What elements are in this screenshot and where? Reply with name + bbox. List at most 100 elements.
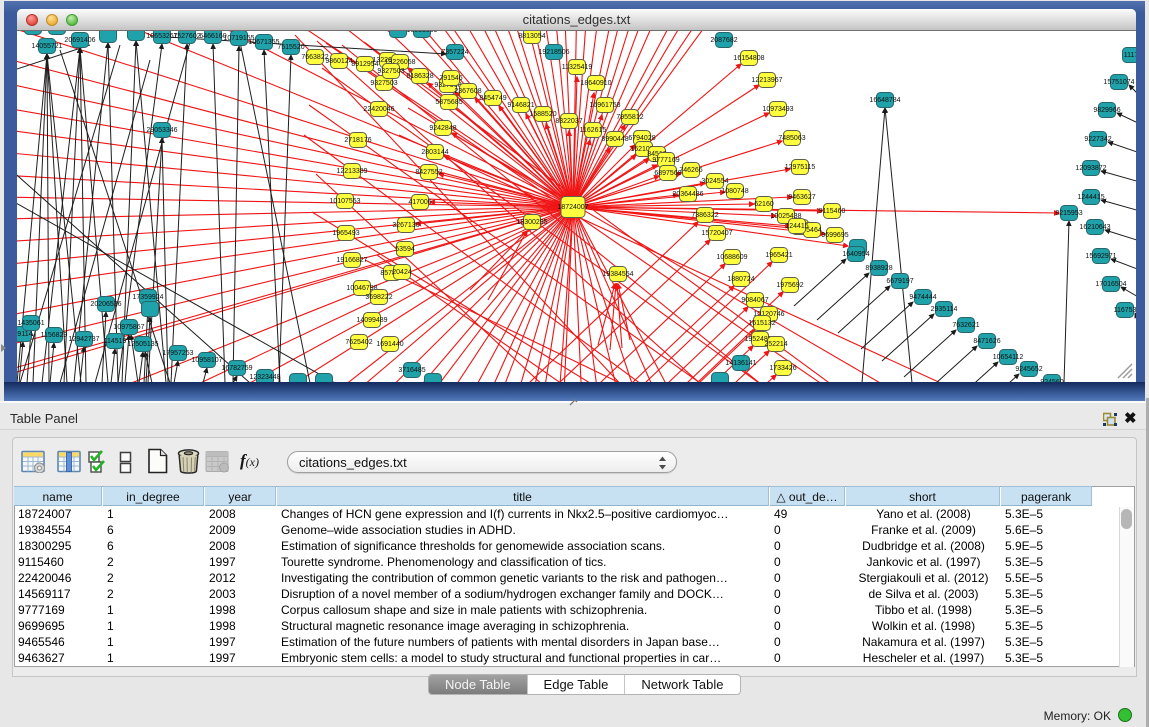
svg-text:9242848: 9242848 [429, 125, 456, 132]
svg-text:924560: 924560 [1040, 379, 1063, 382]
svg-text:14099489: 14099489 [356, 317, 387, 324]
svg-text:12975115: 12975115 [785, 164, 816, 171]
svg-text:1615132: 1615132 [748, 320, 775, 327]
svg-text:2087682: 2087682 [710, 37, 737, 44]
svg-text:114519: 114519 [104, 338, 127, 345]
svg-text:8186328: 8186328 [406, 73, 433, 80]
svg-text:7485063: 7485063 [778, 135, 805, 142]
svg-text:7386322: 7386322 [691, 212, 718, 219]
svg-text:15751074: 15751074 [1103, 79, 1134, 86]
svg-text:8471626: 8471626 [973, 338, 1000, 345]
svg-text:8990448: 8990448 [601, 136, 628, 143]
svg-text:7515520: 7515520 [277, 44, 304, 51]
svg-text:1080748: 1080748 [721, 188, 748, 195]
svg-text:16154808: 16154808 [733, 55, 764, 62]
svg-text:9474444: 9474444 [909, 294, 936, 301]
svg-text:19384554: 19384554 [602, 271, 633, 278]
svg-text:9115460: 9115460 [819, 208, 846, 215]
svg-text:2935114: 2935114 [931, 306, 958, 313]
svg-text:791546: 791546 [439, 75, 462, 82]
svg-text:12323448: 12323448 [249, 374, 280, 381]
svg-text:1965421: 1965421 [765, 252, 792, 259]
svg-text:10688609: 10688609 [716, 254, 747, 261]
svg-text:2718176: 2718176 [344, 137, 371, 144]
svg-text:8813054: 8813054 [518, 33, 545, 40]
svg-text:12505135: 12505135 [127, 341, 158, 348]
svg-text:10958107: 10958107 [191, 357, 222, 364]
svg-text:1527602: 1527602 [173, 33, 200, 40]
svg-text:124415: 124415 [785, 223, 808, 230]
svg-text:1156829: 1156829 [41, 332, 68, 339]
svg-text:39114: 39114 [17, 331, 33, 338]
svg-text:7632621: 7632621 [952, 322, 979, 329]
svg-text:2803144: 2803144 [421, 149, 448, 156]
svg-text:9860124: 9860124 [325, 58, 352, 65]
svg-text:18724007: 18724007 [557, 204, 588, 211]
svg-text:7955812: 7955812 [616, 114, 643, 121]
svg-text:8938928: 8938928 [865, 265, 892, 272]
svg-text:16648784: 16648784 [869, 97, 900, 104]
svg-text:14055721: 14055721 [31, 43, 62, 50]
svg-text:8454749: 8454749 [479, 95, 506, 102]
svg-text:3716485: 3716485 [398, 367, 425, 374]
svg-text:417006: 417006 [408, 199, 431, 206]
svg-text:9227342: 9227342 [1084, 136, 1111, 143]
svg-text:2367608: 2367608 [454, 88, 481, 95]
svg-text:6679197: 6679197 [886, 278, 913, 285]
svg-text:18300295: 18300295 [516, 219, 547, 226]
svg-text:116753: 116753 [1114, 307, 1136, 314]
svg-text:8322037: 8322037 [555, 118, 582, 125]
svg-text:9699695: 9699695 [821, 232, 848, 239]
svg-text:17359924: 17359924 [132, 294, 163, 301]
svg-text:62160: 62160 [754, 201, 774, 208]
svg-text:22420046: 22420046 [363, 106, 394, 113]
svg-text:14136141: 14136141 [725, 360, 756, 367]
svg-text:10107553: 10107553 [329, 198, 360, 205]
svg-text:1588520: 1588520 [529, 111, 556, 118]
svg-text:9245652: 9245652 [1015, 366, 1042, 373]
svg-text:12093872: 12093872 [1075, 165, 1106, 172]
svg-text:8215953: 8215953 [1055, 210, 1082, 217]
svg-text:9084067: 9084067 [741, 297, 768, 304]
svg-text:3024554: 3024554 [701, 178, 728, 185]
svg-text:16210643: 16210643 [1079, 224, 1110, 231]
svg-text:1733426: 1733426 [769, 365, 796, 372]
svg-text:1162615: 1162615 [580, 127, 607, 134]
svg-text:8427552: 8427552 [415, 169, 442, 176]
svg-text:9327503: 9327503 [370, 80, 397, 87]
svg-text:1880724: 1880724 [727, 276, 754, 283]
svg-text:1975692: 1975692 [776, 282, 803, 289]
svg-text:20424: 20424 [392, 269, 412, 276]
svg-text:1435061: 1435061 [17, 320, 44, 327]
svg-text:3267130: 3267130 [392, 222, 419, 229]
svg-text:9777169: 9777169 [652, 157, 679, 164]
svg-text:10671355: 10671355 [248, 39, 279, 46]
svg-text:29053346: 29053346 [146, 127, 177, 134]
svg-text:19166827: 19166827 [336, 257, 367, 264]
svg-text:12942737: 12942737 [68, 336, 99, 343]
svg-text:10975867: 10975867 [113, 324, 144, 331]
svg-text:1691440: 1691440 [376, 341, 403, 348]
svg-text:16961758: 16961758 [589, 102, 620, 109]
svg-text:12213967: 12213967 [751, 77, 782, 84]
svg-text:17016504: 17016504 [1095, 281, 1126, 288]
svg-text:18640910: 18640910 [580, 80, 611, 87]
svg-text:16033809: 16033809 [406, 31, 437, 34]
svg-text:9829966: 9829966 [1093, 107, 1120, 114]
svg-text:53594: 53594 [395, 246, 415, 253]
svg-text:252214: 252214 [764, 341, 787, 348]
svg-text:5875685: 5875685 [435, 99, 462, 106]
svg-text:3698222: 3698222 [365, 294, 392, 301]
svg-text:7625402: 7625402 [345, 339, 372, 346]
svg-text:10973493: 10973493 [762, 106, 793, 113]
svg-text:1244415: 1244415 [1077, 194, 1104, 201]
svg-text:20206536: 20206536 [90, 301, 121, 308]
svg-text:1117: 1117 [1124, 52, 1136, 59]
svg-text:15692971: 15692971 [1085, 253, 1116, 260]
svg-text:1640954: 1640954 [842, 251, 869, 258]
svg-text:11325419: 11325419 [562, 64, 593, 71]
svg-text:20364486: 20364486 [672, 191, 703, 198]
svg-text:6897568: 6897568 [654, 170, 681, 177]
svg-text:15720407: 15720407 [701, 230, 732, 237]
svg-text:1965493: 1965493 [332, 230, 359, 237]
